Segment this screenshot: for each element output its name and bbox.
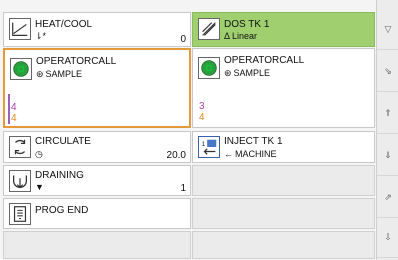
document-icon (9, 203, 31, 225)
step-sub-text: Linear (232, 31, 258, 41)
drain-funnel-icon (9, 170, 31, 192)
temperature-icon: ⇂* (35, 31, 47, 41)
empty-step-slot[interactable] (192, 165, 375, 196)
step-sub: ⊛ SAMPLE (224, 68, 270, 78)
tag-bottom: 4 (11, 113, 17, 124)
circulate-arrows-icon (9, 136, 31, 158)
sample-icon: ⊛ (36, 69, 44, 79)
side-button-edit[interactable]: ⇗ (377, 178, 398, 218)
step-value: 20.0 (166, 150, 186, 161)
empty-step-slot[interactable] (192, 231, 375, 259)
side-button-up[interactable]: ⇑ (377, 94, 398, 134)
step-heat-cool[interactable]: HEAT/COOL ⇂* 0 (3, 12, 191, 47)
inject-tank-icon: 1 (198, 136, 220, 158)
step-sub: Δ Linear (224, 31, 257, 41)
tag-top: 3 (199, 101, 205, 112)
arrow-left-icon: ← (224, 149, 233, 159)
step-circulate[interactable]: CIRCULATE ◷ 20.0 (3, 131, 191, 163)
green-gear-icon (10, 58, 32, 80)
step-sub-text: SAMPLE (45, 69, 83, 79)
side-button-down[interactable]: ⇓ (377, 136, 398, 176)
side-button-save[interactable]: ⇩ (377, 218, 398, 258)
linear-ramp-icon (198, 18, 220, 40)
step-sub-text: SAMPLE (233, 68, 271, 78)
empty-step-slot[interactable] (192, 198, 375, 229)
step-value: 0 (180, 34, 186, 45)
svg-text:1: 1 (202, 141, 206, 148)
clock-icon: ◷ (35, 149, 43, 159)
tag-top: 4 (11, 102, 17, 113)
line-chart-icon (9, 18, 31, 40)
step-value: 1 (180, 183, 186, 194)
step-draining[interactable]: DRAINING ▼ 1 (3, 165, 191, 196)
step-name: PROG END (35, 205, 89, 216)
step-operatorcall-left[interactable]: OPERATORCALL ⊛ SAMPLE 4 4 (3, 48, 191, 128)
empty-step-slot[interactable] (3, 231, 191, 259)
step-name: INJECT TK 1 (224, 136, 283, 147)
step-dos-tk1[interactable]: DOS TK 1 Δ Linear (192, 12, 375, 47)
step-operatorcall-right[interactable]: OPERATORCALL ⊛ SAMPLE 3 4 (192, 48, 375, 128)
step-sub-text: MACHINE (235, 149, 277, 159)
tag-bottom: 4 (199, 112, 205, 123)
step-name: DOS TK 1 (224, 19, 270, 30)
step-name: HEAT/COOL (35, 19, 93, 30)
status-bar (8, 94, 10, 124)
step-sub: ⇂* (35, 31, 46, 41)
step-sub: ▼ (35, 182, 44, 192)
side-button-move[interactable]: ⇘ (377, 52, 398, 92)
step-sub: ◷ (35, 149, 43, 159)
drain-icon: ▼ (35, 182, 44, 192)
step-name: CIRCULATE (35, 136, 91, 147)
side-button-filter[interactable]: ▽ (377, 10, 398, 50)
step-prog-end[interactable]: PROG END (3, 198, 191, 229)
step-name: OPERATORCALL (36, 56, 117, 67)
step-inject-tk1[interactable]: 1 INJECT TK 1 ← MACHINE (192, 131, 375, 163)
green-gear-icon (198, 57, 220, 79)
sample-icon: ⊛ (224, 68, 232, 78)
step-name: DRAINING (35, 170, 84, 181)
step-sub: ← MACHINE (224, 149, 277, 159)
step-sub: ⊛ SAMPLE (36, 69, 82, 79)
ramp-icon: Δ (224, 31, 231, 41)
step-name: OPERATORCALL (224, 55, 305, 66)
side-toolbar: ▽ ⇘ ⇑ ⇓ ⇗ ⇩ (376, 0, 398, 260)
